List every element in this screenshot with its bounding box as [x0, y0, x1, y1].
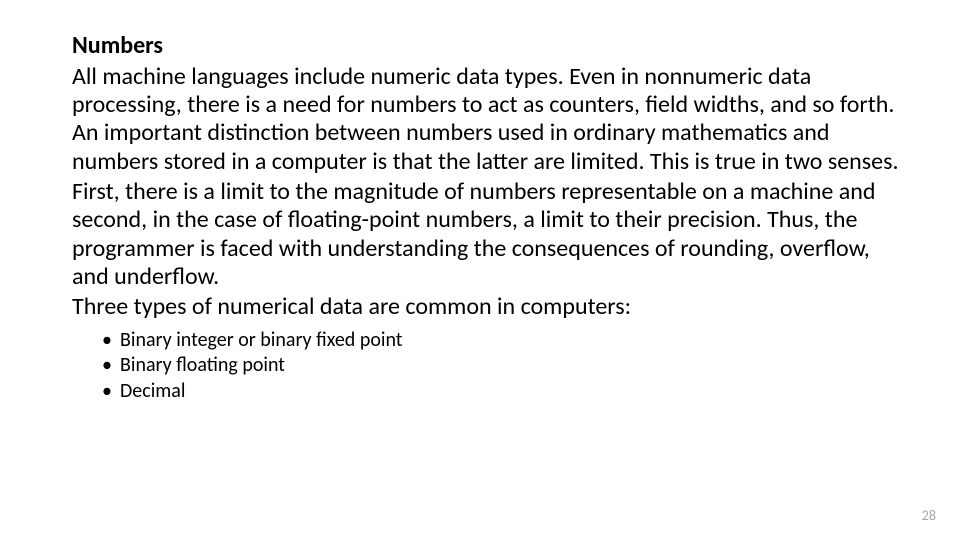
body-paragraph-3: Three types of numerical data are common… — [72, 293, 904, 321]
bullet-item: Binary floating point — [120, 353, 904, 379]
body-paragraph-1: All machine languages include numeric da… — [72, 63, 904, 176]
page-number: 28 — [922, 507, 936, 524]
bullet-list: Binary integer or binary fixed point Bin… — [72, 328, 904, 405]
slide-heading: Numbers — [72, 32, 904, 61]
body-paragraph-2: First, there is a limit to the magnitude… — [72, 178, 904, 291]
bullet-item: Decimal — [120, 379, 904, 405]
slide: Numbers All machine languages include nu… — [0, 0, 960, 540]
bullet-item: Binary integer or binary fixed point — [120, 328, 904, 354]
